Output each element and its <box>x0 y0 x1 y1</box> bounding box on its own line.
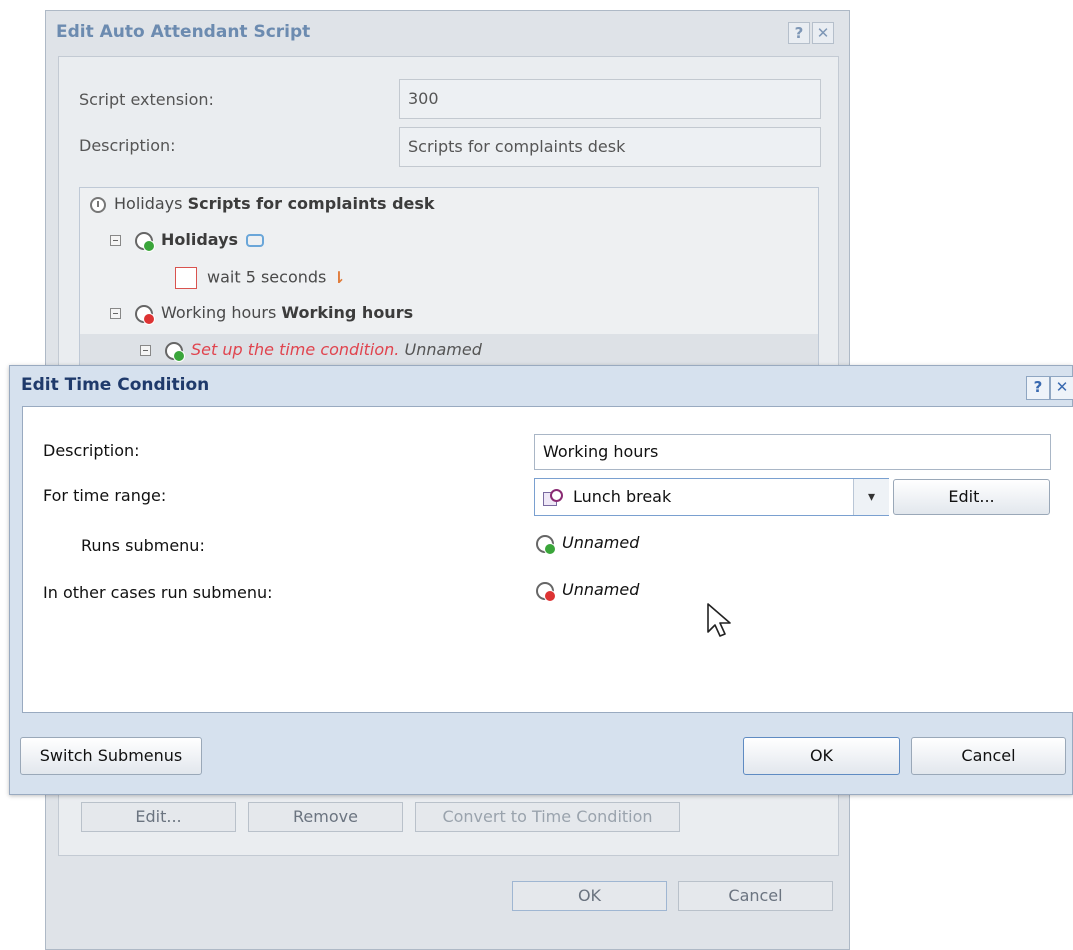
setup-condition-name: Unnamed <box>404 340 482 359</box>
tree-item-holidays[interactable]: Holidays <box>110 230 265 252</box>
time-condition-title: Edit Time Condition <box>21 375 210 395</box>
tree-item-holidays-name: Holidays <box>161 230 239 249</box>
tree-item-root-prefix: Holidays <box>114 194 183 213</box>
script-extension-field[interactable]: 300 <box>399 79 821 119</box>
other-cases-value[interactable]: Unnamed <box>536 580 640 602</box>
help-icon[interactable]: ? <box>788 22 810 44</box>
tree-item-setup-condition[interactable]: Set up the time condition. Unnamed <box>80 334 818 368</box>
time-condition-dialog: Edit Time Condition ? ✕ Description: Wor… <box>9 365 1073 795</box>
chevron-down-icon[interactable]: ▾ <box>853 479 889 515</box>
background-cancel-button[interactable]: Cancel <box>678 881 833 911</box>
background-ok-button[interactable]: OK <box>512 881 667 911</box>
time-range-value: Lunch break <box>573 487 672 506</box>
tree-item-working-hours-name: Working hours <box>281 303 414 322</box>
auto-attendant-titlebar: Edit Auto Attendant Script ? ✕ <box>46 11 849 55</box>
time-condition-true-icon <box>536 534 556 555</box>
tree-item-working-hours-prefix: Working hours <box>161 303 277 322</box>
time-range-label: For time range: <box>43 486 167 505</box>
tree-item-root-name: Scripts for complaints desk <box>187 194 435 213</box>
comment-icon <box>246 234 265 247</box>
collapse-icon[interactable] <box>110 235 121 246</box>
close-icon[interactable]: ✕ <box>1050 376 1073 400</box>
cancel-button[interactable]: Cancel <box>911 737 1066 775</box>
script-extension-label: Script extension: <box>79 90 214 109</box>
switch-submenus-button[interactable]: Switch Submenus <box>20 737 202 775</box>
ok-button[interactable]: OK <box>743 737 900 775</box>
close-icon[interactable]: ✕ <box>812 22 834 44</box>
setup-condition-warning: Set up the time condition. <box>191 340 400 359</box>
other-cases-label: In other cases run submenu: <box>43 583 273 602</box>
time-condition-false-icon <box>536 581 556 602</box>
time-condition-body: Description: Working hours For time rang… <box>22 406 1073 713</box>
phone-transfer-icon: ⇂ <box>332 267 346 287</box>
tree-item-wait[interactable]: wait 5 seconds ⇂ <box>175 267 346 289</box>
tree-item-root[interactable]: Holidays Scripts for complaints desk <box>90 194 435 213</box>
description-label: Description: <box>43 441 140 460</box>
time-condition-true-icon <box>135 231 155 252</box>
auto-attendant-title: Edit Auto Attendant Script <box>56 22 311 42</box>
remove-button[interactable]: Remove <box>248 802 403 832</box>
runs-submenu-label: Runs submenu: <box>81 536 205 555</box>
tree-item-working-hours[interactable]: Working hours Working hours <box>110 303 414 325</box>
edit-button[interactable]: Edit... <box>81 802 236 832</box>
clock-icon <box>90 196 106 213</box>
edit-time-range-button[interactable]: Edit... <box>893 479 1050 515</box>
mouse-pointer-icon <box>707 603 731 637</box>
other-cases-name: Unnamed <box>562 580 640 599</box>
description-field[interactable]: Working hours <box>534 434 1051 470</box>
tree-item-wait-label: wait 5 seconds <box>207 267 327 287</box>
collapse-icon[interactable] <box>110 308 121 319</box>
description-field[interactable]: Scripts for complaints desk <box>399 127 821 167</box>
action-checkbox[interactable] <box>175 267 197 289</box>
time-range-icon <box>543 488 565 507</box>
time-condition-true-icon <box>165 341 185 362</box>
convert-button[interactable]: Convert to Time Condition <box>415 802 680 832</box>
help-icon[interactable]: ? <box>1026 376 1050 400</box>
description-label: Description: <box>79 136 176 155</box>
runs-submenu-value[interactable]: Unnamed <box>536 533 640 555</box>
time-range-select[interactable]: Lunch break ▾ <box>534 478 889 516</box>
time-condition-false-icon <box>135 304 155 325</box>
runs-submenu-name: Unnamed <box>562 533 640 552</box>
collapse-icon[interactable] <box>140 345 151 356</box>
